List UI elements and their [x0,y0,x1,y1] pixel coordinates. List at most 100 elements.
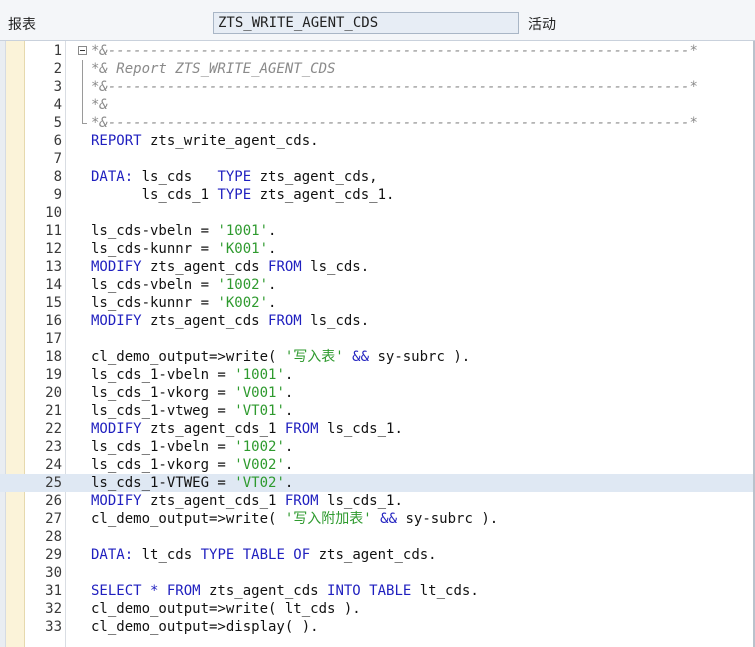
keyword-token: TYPE [217,187,252,203]
identifier-token [372,511,380,527]
report-label: 报表 [8,16,36,32]
code-line[interactable]: 10 [0,204,753,222]
string-literal: '1001' [234,367,285,383]
line-number: 3 [53,79,62,95]
identifier-token: . [268,277,277,293]
line-number: 17 [45,331,62,347]
code-line[interactable]: 11 ls_cds-vbeln = '1001'. [0,222,753,240]
code-line[interactable]: 9 ls_cds_1 TYPE zts_agent_cds_1. [0,186,753,204]
line-number: 31 [45,583,62,599]
code-line[interactable]: 32 cl_demo_output=>write( lt_cds ). [0,600,753,618]
identifier-token: ls_cds-kunnr = [91,241,218,257]
code-line[interactable]: 5 *&-------------------------------------… [0,114,753,132]
keyword-token: DATA: [91,169,134,185]
code-line[interactable]: 15 ls_cds-kunnr = 'K002'. [0,294,753,312]
line-number: 16 [45,313,62,329]
code-line[interactable]: 25 ls_cds_1-VTWEG = 'VT02'. [0,474,753,492]
identifier-token: ls_cds-vbeln = [91,277,218,293]
collapse-toggle-icon[interactable] [78,46,87,55]
fold-guide-line [82,96,83,114]
code-text: *& Report ZTS_WRITE_AGENT_CDS [91,60,335,78]
line-number: 19 [45,367,62,383]
identifier-token: . [268,295,277,311]
identifier-token: zts_agent_cds_1 [141,493,285,509]
code-line[interactable]: 4 *& [0,96,753,114]
code-line[interactable]: 18 cl_demo_output=>write( '写入表' && sy-sub… [0,348,753,366]
identifier-token: . [284,403,294,419]
code-line[interactable]: 16 MODIFY zts_agent_cds FROM ls_cds. [0,312,753,330]
code-line[interactable]: 7 [0,150,753,168]
identifier-token: lt_cds. [411,583,479,599]
code-text: SELECT * FROM zts_agent_cds INTO TABLE l… [91,582,479,600]
code-line[interactable]: 30 [0,564,753,582]
line-number: 32 [45,601,62,617]
keyword-token: && [380,511,398,527]
identifier-token: ls_cds_1. [318,421,403,437]
string-literal: '写入附加表' [284,511,372,527]
line-number: 1 [53,43,62,59]
line-number: 11 [45,223,62,239]
identifier-token: ls_cds-kunnr = [91,295,218,311]
code-line[interactable]: 19 ls_cds_1-vbeln = '1001'. [0,366,753,384]
program-name-field[interactable]: ZTS_WRITE_AGENT_CDS [213,12,519,34]
code-text: cl_demo_output=>write( '写入附加表' && sy-sub… [91,510,498,528]
identifier-token: ls_cds_1. [318,493,403,509]
line-number: 9 [53,187,62,203]
identifier-token: ls_cds_1 [91,187,218,203]
code-text: ls_cds-kunnr = 'K002'. [91,294,276,312]
comment-token: *&--------------------------------------… [91,79,698,95]
code-text: ls_cds_1-vbeln = '1002'. [91,438,293,456]
code-text: cl_demo_output=>display( ). [91,618,319,636]
comment-token: *& [91,97,108,113]
code-line[interactable]: 8 DATA: ls_cds TYPE zts_agent_cds, [0,168,753,186]
code-line[interactable]: 31 SELECT * FROM zts_agent_cds INTO TABLE… [0,582,753,600]
code-text: MODIFY zts_agent_cds_1 FROM ls_cds_1. [91,420,403,438]
keyword-token: DATA: [91,547,134,563]
identifier-token: zts_agent_cds_1. [251,187,395,203]
code-line[interactable]: 24 ls_cds_1-vkorg = 'V002'. [0,456,753,474]
code-line[interactable]: 14 ls_cds-vbeln = '1002'. [0,276,753,294]
identifier-token: cl_demo_output=>write( lt_cds ). [91,601,361,617]
code-line[interactable]: 23 ls_cds_1-vbeln = '1002'. [0,438,753,456]
code-line[interactable]: 12 ls_cds-kunnr = 'K001'. [0,240,753,258]
code-text: DATA: lt_cds TYPE TABLE OF zts_agent_cds… [91,546,437,564]
keyword-token: TYPE [217,169,252,185]
identifier-token: cl_demo_output=>display( ). [91,619,319,635]
identifier-token: . [284,385,294,401]
line-number: 25 [45,475,62,491]
line-number: 13 [45,259,62,275]
line-number: 27 [45,511,62,527]
code-text: ls_cds-vbeln = '1002'. [91,276,276,294]
code-line[interactable]: 2 *& Report ZTS_WRITE_AGENT_CDS [0,60,753,78]
code-line[interactable]: 22 MODIFY zts_agent_cds_1 FROM ls_cds_1. [0,420,753,438]
code-line[interactable]: 1 *&-------------------------------------… [0,42,753,60]
string-literal: 'V002' [234,457,285,473]
code-line[interactable]: 17 [0,330,753,348]
abap-code-editor[interactable]: 1 *&-------------------------------------… [0,41,755,647]
code-line[interactable]: 3 *&-------------------------------------… [0,78,753,96]
identifier-token: zts_agent_cds. [310,547,437,563]
code-line[interactable]: 21 ls_cds_1-vtweg = 'VT01'. [0,402,753,420]
code-text: ls_cds-kunnr = 'K001'. [91,240,276,258]
line-number: 10 [45,205,62,221]
line-number: 22 [45,421,62,437]
line-number: 14 [45,277,62,293]
comment-token: *& Report ZTS_WRITE_AGENT_CDS [91,61,336,77]
line-number: 29 [45,547,62,563]
code-line[interactable]: 28 [0,528,753,546]
code-text: ls_cds-vbeln = '1001'. [91,222,276,240]
identifier-token: ls_cds. [301,259,370,275]
line-number: 6 [53,133,62,149]
code-line[interactable]: 26 MODIFY zts_agent_cds_1 FROM ls_cds_1. [0,492,753,510]
code-text: cl_demo_output=>write( lt_cds ). [91,600,361,618]
identifier-token: sy-subrc ). [369,349,471,365]
code-line[interactable]: 20 ls_cds_1-vkorg = 'V001'. [0,384,753,402]
code-line[interactable]: 6 REPORT zts_write_agent_cds. [0,132,753,150]
code-line[interactable]: 29 DATA: lt_cds TYPE TABLE OF zts_agent_c… [0,546,753,564]
code-line[interactable]: 13 MODIFY zts_agent_cds FROM ls_cds. [0,258,753,276]
identifier-token: ls_cds_1-vkorg = [91,457,235,473]
identifier-token: ls_cds_1-vkorg = [91,385,235,401]
code-line[interactable]: 33 cl_demo_output=>display( ). [0,618,753,636]
code-text: ls_cds_1-vtweg = 'VT01'. [91,402,293,420]
code-line[interactable]: 27 cl_demo_output=>write( '写入附加表' && sy-s… [0,510,753,528]
